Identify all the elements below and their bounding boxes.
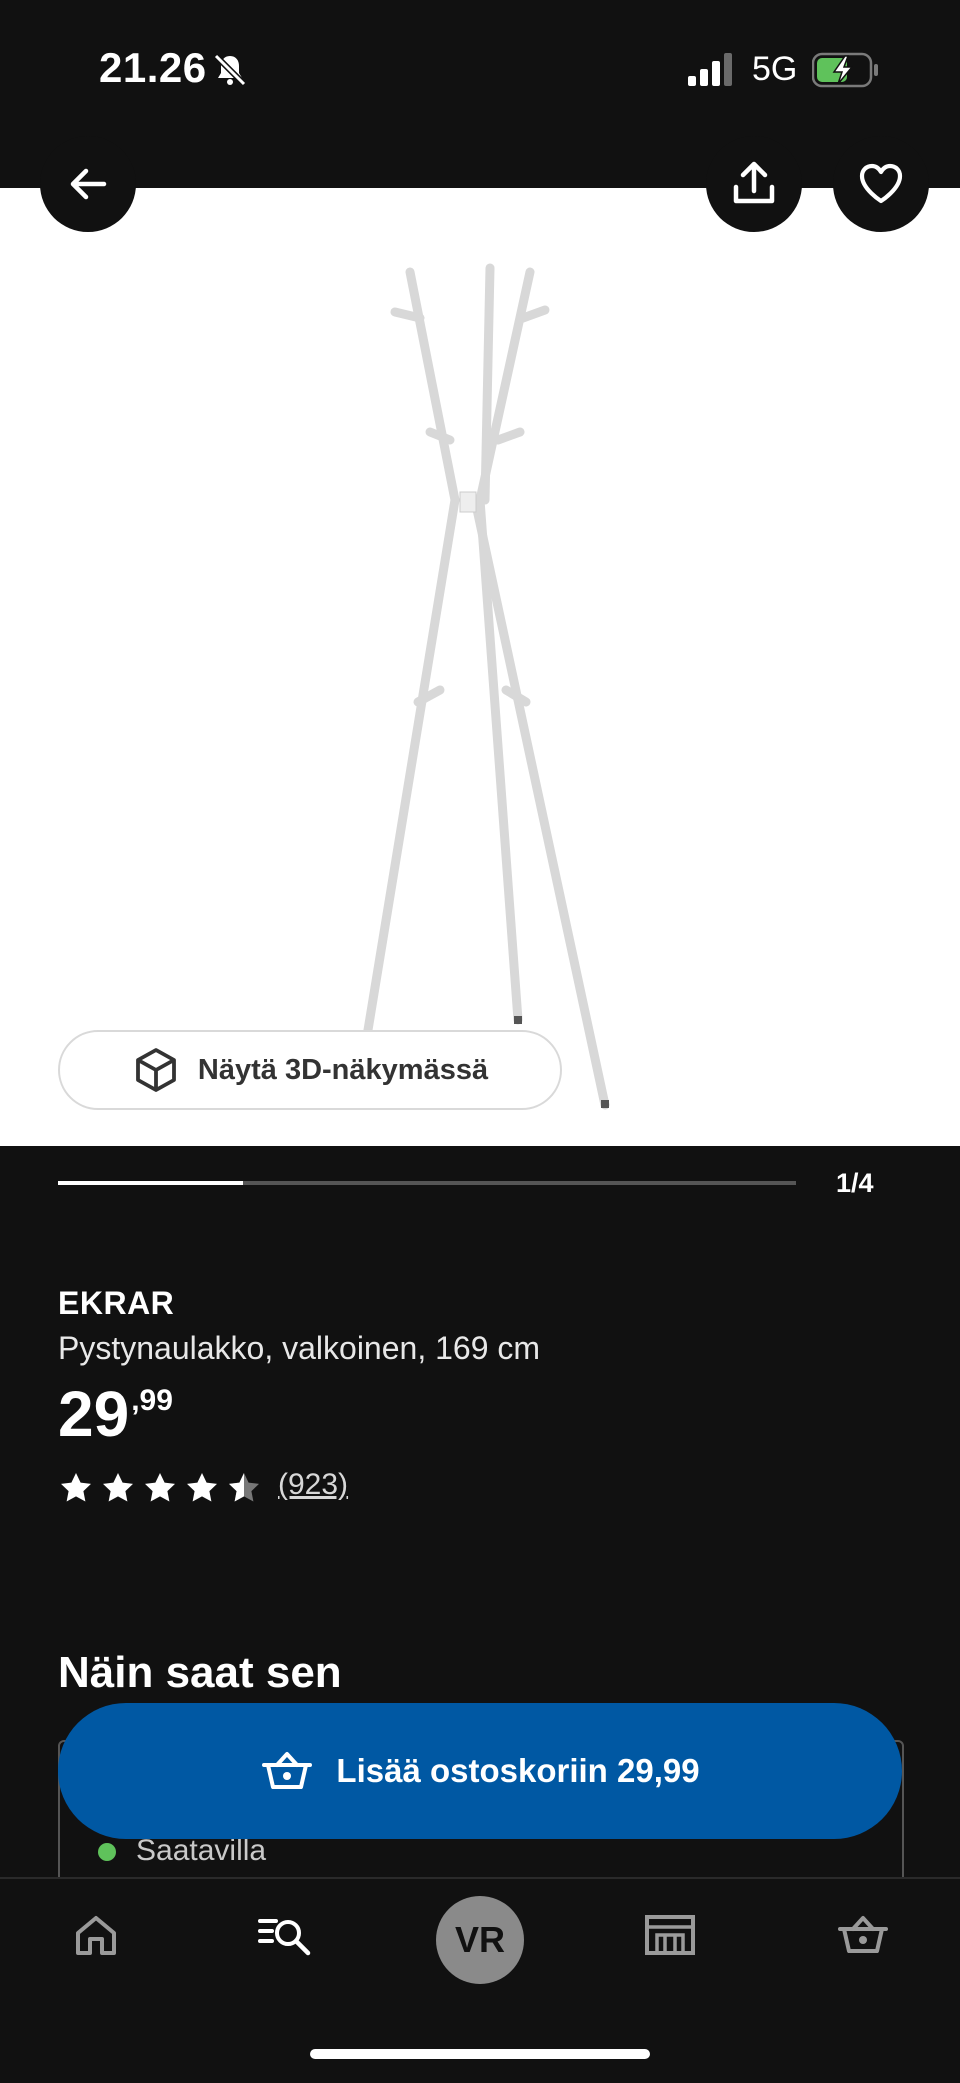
cube-3d-icon: [136, 1048, 176, 1092]
delivery-section-title: Näin saat sen: [58, 1648, 342, 1697]
rating-stars[interactable]: [58, 1470, 262, 1506]
product-price: 29,99: [58, 1382, 173, 1446]
view-3d-label: Näytä 3D-näkymässä: [197, 1053, 489, 1086]
star-icon: [61, 1473, 91, 1502]
image-counter: 1/4: [836, 1168, 874, 1198]
signal-icon: [688, 53, 732, 86]
nav-profile-avatar[interactable]: VR: [436, 1896, 524, 1984]
image-progress-fill: [58, 1181, 243, 1185]
product-description: Pystynaulakko, valkoinen, 169 cm: [58, 1330, 541, 1366]
add-to-cart-button[interactable]: Lisää ostoskoriin 29,99: [58, 1703, 902, 1839]
nav-search[interactable]: [246, 1905, 326, 1965]
star-icon: [103, 1473, 133, 1502]
share-icon: [733, 161, 775, 204]
battery-charging-icon: [812, 52, 878, 88]
nav-stores[interactable]: [630, 1905, 710, 1965]
basket-icon: [262, 1752, 313, 1789]
home-icon: [76, 1916, 116, 1955]
view-3d-button[interactable]: Näytä 3D-näkymässä: [58, 1030, 562, 1110]
favorite-button[interactable]: [833, 136, 929, 232]
basket-icon: [838, 1916, 888, 1953]
status-bar: [0, 0, 960, 188]
heart-icon: [859, 163, 903, 204]
availability-text: Saatavilla: [136, 1834, 267, 1867]
share-button[interactable]: [706, 136, 802, 232]
star-half-icon: [229, 1473, 259, 1502]
add-to-cart-label: Lisää ostoskoriin 29,99: [336, 1752, 700, 1789]
search-list-icon: [258, 1919, 311, 1956]
network-label: 5G: [752, 50, 798, 88]
product-brand: EKRAR: [58, 1285, 175, 1321]
nav-home[interactable]: [56, 1905, 136, 1965]
bell-muted-icon: [213, 53, 247, 87]
store-icon: [645, 1915, 695, 1955]
star-icon: [145, 1473, 175, 1502]
nav-cart[interactable]: [823, 1905, 903, 1965]
home-indicator: [310, 2049, 650, 2059]
status-time: 21.26: [99, 44, 207, 91]
back-button[interactable]: [40, 136, 136, 232]
availability-dot: [98, 1843, 116, 1861]
arrow-left-icon: [70, 168, 107, 200]
star-icon: [187, 1473, 217, 1502]
price-cents: ,99: [131, 1384, 173, 1417]
review-count-link[interactable]: (923): [278, 1468, 348, 1502]
price-main: 29: [58, 1378, 130, 1450]
product-image: [363, 263, 610, 1110]
